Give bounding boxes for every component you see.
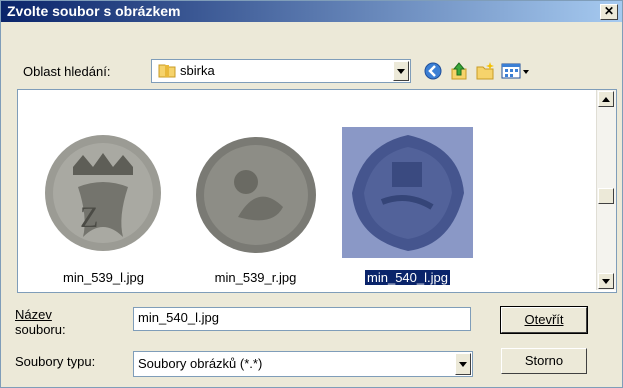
look-in-value: sbirka: [180, 63, 215, 78]
file-name-field-label: Název souboru:: [15, 307, 66, 337]
coin-thumbnail[interactable]: Z: [38, 127, 169, 258]
chevron-up-icon: [602, 96, 610, 102]
chevron-down-icon: [602, 278, 610, 284]
title-bar: Zvolte soubor s obrázkem ✕: [1, 1, 622, 22]
file-type-label: Soubory typu:: [15, 354, 96, 369]
file-type-value: Soubory obrázků (*.*): [138, 356, 263, 371]
open-button-label: Otevřít: [524, 312, 564, 327]
file-name-text: min_539_l.jpg: [63, 270, 144, 285]
file-name-label-selected[interactable]: min_540_l.jpg: [342, 269, 473, 286]
view-menu-icon[interactable]: [501, 61, 531, 81]
close-button[interactable]: ✕: [600, 4, 618, 20]
chevron-down-icon: [459, 361, 467, 367]
scroll-down-button[interactable]: [598, 273, 614, 289]
chevron-down-icon: [397, 68, 405, 74]
file-name-label[interactable]: min_539_r.jpg: [190, 270, 321, 285]
coin-thumbnail[interactable]: [190, 127, 321, 258]
scrollbar-thumb[interactable]: [598, 188, 614, 204]
file-type-combo[interactable]: Soubory obrázků (*.*): [133, 351, 473, 377]
file-open-dialog: Zvolte soubor s obrázkem ✕ Oblast hledán…: [0, 0, 623, 388]
file-name-input[interactable]: min_540_l.jpg: [133, 307, 471, 331]
file-name-text: min_539_r.jpg: [214, 270, 297, 285]
svg-text:Z: Z: [80, 201, 98, 234]
folder-icon: [158, 64, 176, 78]
file-list-view[interactable]: Z min_539_l.jpg min_539_r.jpg min_540_l.…: [17, 89, 617, 293]
file-name-label[interactable]: min_539_l.jpg: [38, 270, 169, 285]
scroll-up-button[interactable]: [598, 91, 614, 107]
back-icon[interactable]: [423, 61, 443, 81]
look-in-dropdown-button[interactable]: [393, 61, 409, 81]
file-type-dropdown-button[interactable]: [455, 353, 471, 375]
look-in-combo[interactable]: sbirka: [151, 59, 411, 83]
coin-thumbnail-selected[interactable]: [342, 127, 473, 258]
cancel-button[interactable]: Storno: [501, 348, 587, 374]
file-name-label-line1: Název: [15, 307, 52, 322]
new-folder-icon[interactable]: [475, 61, 495, 81]
vertical-scrollbar[interactable]: [596, 90, 616, 290]
up-folder-icon[interactable]: [449, 61, 469, 81]
dialog-title: Zvolte soubor s obrázkem: [7, 3, 181, 19]
look-in-label: Oblast hledání:: [23, 64, 111, 79]
file-name-text: min_540_l.jpg: [364, 269, 451, 286]
open-button[interactable]: Otevřít: [500, 306, 588, 334]
file-name-label-line2: souboru:: [15, 322, 66, 337]
